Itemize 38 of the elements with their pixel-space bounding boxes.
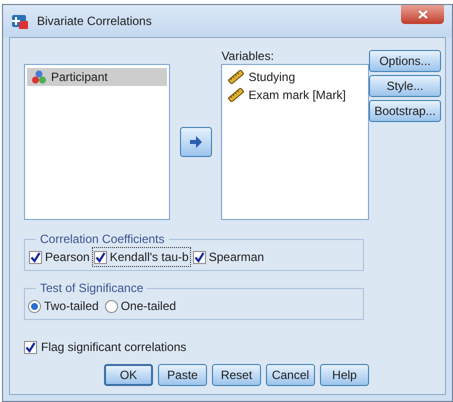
variable-name: Exam mark [Mark] [248,87,346,104]
checkbox[interactable] [29,250,42,264]
app-icon [11,12,29,30]
close-button[interactable] [401,5,444,24]
radio-option[interactable]: Two-tailed [28,297,99,315]
checkbox[interactable] [94,250,107,264]
radio-button[interactable] [28,300,41,312]
checkbox-label[interactable]: Spearman [192,248,266,266]
variable-list-item[interactable]: Participant [27,68,167,86]
dialog-button[interactable]: Paste [158,364,207,386]
variable-list-item[interactable]: Studying [224,68,366,86]
dialog-button[interactable]: OK [104,364,153,386]
dialog-button[interactable]: Cancel [266,364,315,386]
checkbox[interactable] [24,340,37,354]
variable-list-item[interactable]: Exam mark [Mark] [224,86,366,104]
variable-name: Studying [248,69,296,86]
window-title: Bivariate Correlations [37,13,152,30]
checkbox-label[interactable]: Pearson [28,248,91,266]
dialog-button[interactable]: Options... [369,50,441,72]
radio-button[interactable] [104,300,118,312]
arrow-right-icon [188,136,203,148]
group-title: Test of Significance [39,280,144,297]
group-title: Correlation Coefficients [39,231,166,248]
move-right-button[interactable] [180,127,212,157]
flag-checkbox-row[interactable]: Flag significant correlations [24,338,431,356]
variable-name: Participant [51,69,108,86]
radio-option[interactable]: One-tailed [104,297,176,315]
dialog-button[interactable]: Help [320,364,369,386]
close-icon [418,10,428,19]
checkbox[interactable] [192,250,206,264]
checkbox-label[interactable]: Kendall's tau-b [92,248,190,266]
dialog-button[interactable]: Bootstrap... [369,100,441,122]
dialog-button[interactable]: Style... [369,75,441,97]
nominal-variable-icon [31,70,47,84]
ruler-icon [228,70,244,84]
variables-label: Variables: [221,48,275,64]
dialog-button[interactable]: Reset [212,364,261,386]
ruler-icon [228,88,244,102]
